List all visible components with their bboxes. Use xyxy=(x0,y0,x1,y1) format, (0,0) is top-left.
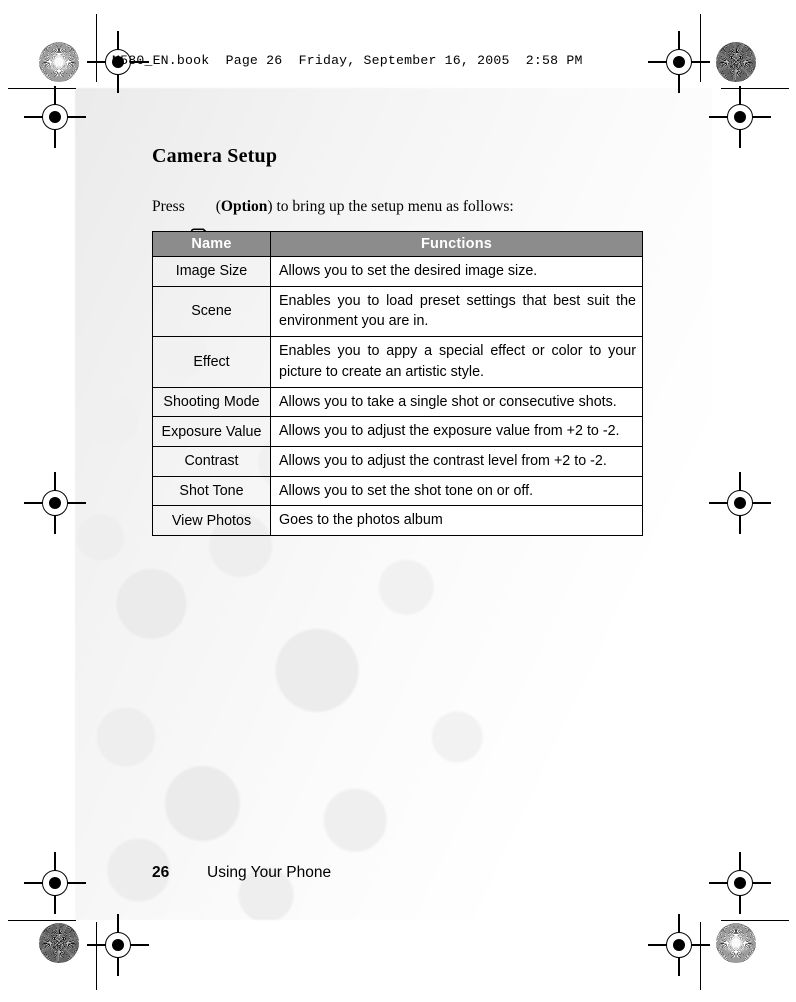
setting-name: Image Size xyxy=(152,256,271,287)
setting-name: Shot Tone xyxy=(152,475,271,507)
column-header-functions: Functions xyxy=(270,231,643,257)
page-footer: 26 Using Your Phone xyxy=(152,864,331,882)
camera-setup-table: Name Functions Image Size Allows you to … xyxy=(152,231,643,537)
setting-name: View Photos xyxy=(152,505,271,537)
table-row: Shot Tone Allows you to set the shot ton… xyxy=(152,475,643,507)
setting-name: Scene xyxy=(152,285,271,338)
setting-name: Contrast xyxy=(152,446,271,477)
intro-option-label: Option xyxy=(220,197,268,215)
setting-function: Allows you to set the desired image size… xyxy=(270,256,643,287)
setting-function: Allows you to adjust the contrast level … xyxy=(270,446,643,477)
page-title: Camera Setup xyxy=(152,145,278,167)
intro-text-before-key: Press xyxy=(152,197,185,215)
table-header-row: Name Functions xyxy=(152,231,643,257)
intro-paragraph: Press (Option) to bring up the setup men… xyxy=(152,192,514,253)
soft-key-option-icon xyxy=(190,192,209,253)
footer-section-title: Using Your Phone xyxy=(207,864,332,881)
table-row: Exposure Value Allows you to adjust the … xyxy=(152,416,643,448)
footer-page-number: 26 xyxy=(152,864,170,881)
table-row: Image Size Allows you to set the desired… xyxy=(152,256,643,287)
printed-page: M580_EN.book Page 26 Friday, September 1… xyxy=(0,0,796,1002)
setting-function: Enables you to load preset settings that… xyxy=(270,285,643,338)
column-header-name: Name xyxy=(152,231,271,257)
setting-function: Allows you to take a single shot or cons… xyxy=(270,386,643,418)
intro-text-after-key: ) to bring up the setup menu as follows: xyxy=(267,197,514,215)
table-row: Shooting Mode Allows you to take a singl… xyxy=(152,386,643,418)
setting-name: Exposure Value xyxy=(152,416,271,448)
setting-name: Effect xyxy=(152,336,271,388)
setting-function: Goes to the photos album xyxy=(270,505,643,537)
table-row: Scene Enables you to load preset setting… xyxy=(152,285,643,338)
table-row: Effect Enables you to appy a special eff… xyxy=(152,336,643,388)
setting-name: Shooting Mode xyxy=(152,386,271,418)
page-content: Camera Setup Press (Option) to bring up … xyxy=(0,0,796,1002)
setting-function: Enables you to appy a special effect or … xyxy=(270,336,643,388)
table-row: Contrast Allows you to adjust the contra… xyxy=(152,446,643,477)
table-row: View Photos Goes to the photos album xyxy=(152,505,643,537)
setting-function: Allows you to set the shot tone on or of… xyxy=(270,475,643,507)
setting-function: Allows you to adjust the exposure value … xyxy=(270,416,643,448)
